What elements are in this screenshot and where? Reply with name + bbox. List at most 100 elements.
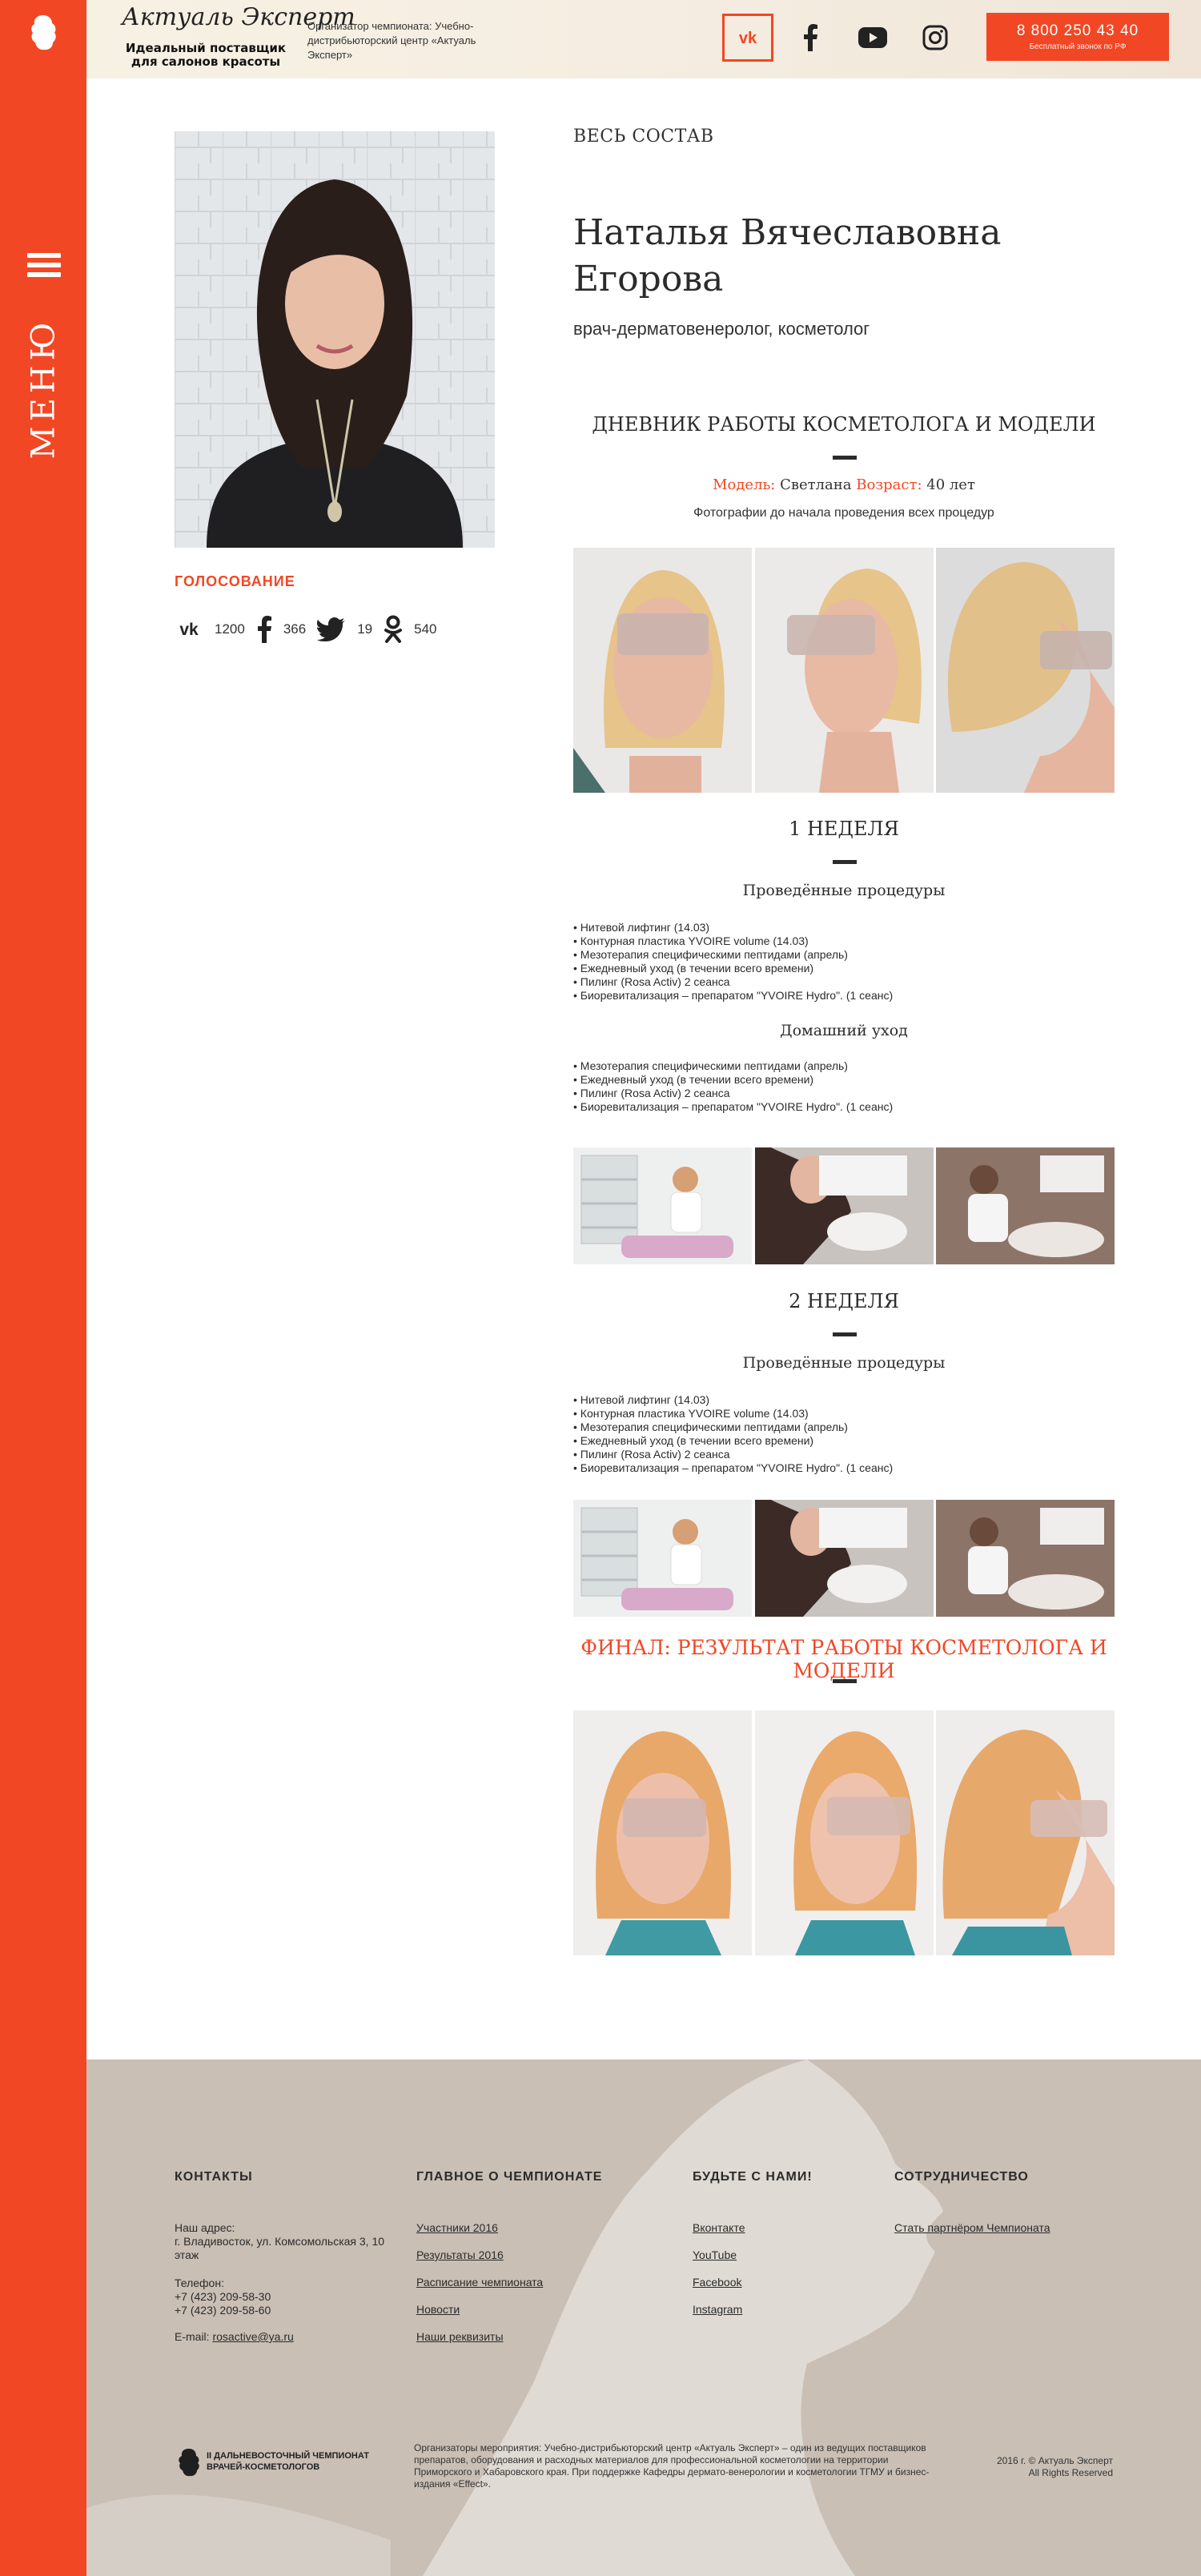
voting-title: ГОЛОСОВАНИЕ	[175, 573, 295, 589]
footer-email-link[interactable]: rosactive@ya.ru	[212, 2330, 293, 2343]
week-1-home-title: Домашний уход	[780, 1022, 908, 1039]
after-photo-front	[573, 1710, 752, 1955]
championship-logo[interactable]: II ДАЛЬНЕВОСТОЧНЫЙ ЧЕМПИОНАТ ВРАЧЕЙ-КОСМ…	[176, 2445, 369, 2481]
organizer-text: Организатор чемпионата: Учебно-дистрибью…	[307, 20, 476, 61]
footer-social-title: БУДЬТЕ С НАМИ!	[693, 2170, 813, 2184]
participant-name: Наталья Вячеславовна Егорова	[573, 210, 1102, 303]
after-photo-three-quarter	[754, 1710, 934, 1955]
svg-text:vk: vk	[739, 30, 757, 46]
menu-burger-button[interactable]	[27, 253, 61, 280]
model-name: Светлана	[780, 476, 852, 493]
logo-icon[interactable]	[27, 13, 59, 53]
list-item: Мезотерапия специфическими пептидами (ап…	[573, 1421, 1086, 1434]
list-item: Пилинг (Rosa Activ) 2 сеанса	[573, 1087, 1086, 1100]
phone-note: Бесплатный звонок по РФ	[1029, 42, 1127, 51]
share-twitter[interactable]: 19	[317, 617, 372, 641]
age-value: 40 лет	[926, 476, 975, 493]
week-1-procedures-list: Нитевой лифтинг (14.03) Контурная пласти…	[573, 921, 1086, 1003]
footer-rights: All Rights Reserved	[1028, 2467, 1113, 2478]
week-1-home-list: Мезотерапия специфическими пептидами (ап…	[573, 1059, 1086, 1114]
odnoklassniki-icon	[384, 615, 403, 643]
svg-text:vk: vk	[179, 621, 199, 638]
divider	[833, 456, 857, 460]
after-photo-profile	[936, 1710, 1115, 1955]
divider	[833, 1332, 857, 1336]
championship-logo-icon	[179, 2449, 199, 2477]
footer-link-schedule[interactable]: Расписание чемпионата	[416, 2276, 543, 2289]
footer-link-vkontakte[interactable]: Вконтакте	[693, 2221, 745, 2234]
procedure-photo-mask	[754, 1147, 934, 1264]
footer-background-art	[86, 2060, 1201, 2576]
week-2-procedures-list: Нитевой лифтинг (14.03) Контурная пласти…	[573, 1393, 1086, 1475]
header-facebook-button[interactable]	[785, 14, 836, 62]
share-count-odnoklassniki: 540	[414, 621, 437, 637]
championship-logo-text2: ВРАЧЕЙ-КОСМЕТОЛОГОВ	[207, 2462, 320, 2472]
week-1-procedures-title: Проведённые процедуры	[742, 882, 946, 899]
top-header: Актуаль Эксперт Идеальный поставщик для …	[86, 0, 1201, 78]
procedure-photo-clinic	[573, 1147, 752, 1264]
footer	[86, 2060, 1201, 2576]
before-photo-profile	[936, 548, 1115, 793]
footer-phone-label: Телефон:	[175, 2277, 224, 2289]
footer-link-become-partner[interactable]: Стать партнёром Чемпионата	[894, 2221, 1050, 2234]
footer-email: E-mail: rosactive@ya.ru	[175, 2330, 294, 2344]
week-2-photos	[573, 1500, 1115, 1617]
list-item: Мезотерапия специфическими пептидами (ап…	[573, 948, 1086, 962]
divider	[833, 1679, 857, 1683]
before-photo-three-quarter	[754, 548, 934, 793]
list-item: Биоревитализация – препаратом "YVOIRE Hy…	[573, 1100, 1086, 1114]
list-item: Ежедневный уход (в течении всего времени…	[573, 962, 1086, 975]
header-youtube-button[interactable]	[847, 14, 898, 62]
footer-link-participants[interactable]: Участники 2016	[416, 2221, 498, 2234]
footer-phone-2[interactable]: +7 (423) 209-58-60	[175, 2304, 271, 2317]
share-vk[interactable]: vk 1200	[175, 621, 245, 638]
all-participants-link[interactable]: ВЕСЬ СОСТАВ	[573, 127, 714, 147]
footer-about-text: Организаторы мероприятия: Учебно-дистриб…	[414, 2442, 930, 2490]
procedure-photo-clinic	[573, 1500, 752, 1617]
footer-email-label: E-mail:	[175, 2330, 210, 2343]
list-item: Мезотерапия специфическими пептидами (ап…	[573, 1059, 1086, 1073]
instagram-icon	[922, 25, 948, 50]
footer-main-title: ГЛАВНОЕ О ЧЕМПИОНАТЕ	[416, 2170, 603, 2184]
share-count-facebook: 366	[283, 621, 307, 637]
header-vk-button[interactable]: vk	[722, 14, 773, 62]
facebook-icon	[804, 24, 817, 51]
header-instagram-button[interactable]	[910, 14, 961, 62]
before-photos	[573, 548, 1115, 793]
participant-name-line2: Егорова	[573, 259, 724, 299]
footer-link-facebook[interactable]: Facebook	[693, 2276, 741, 2289]
participant-photo	[175, 131, 495, 548]
participant-role: врач-дерматовенеролог, косметолог	[573, 319, 870, 339]
menu-label[interactable]: МЕНЮ	[22, 312, 64, 464]
footer-copyright: 2016 г. © Актуаль Эксперт	[996, 2455, 1113, 2466]
footer-link-results[interactable]: Результаты 2016	[416, 2248, 504, 2261]
diary-title: ДНЕВНИК РАБОТЫ КОСМЕТОЛОГА И МОДЕЛИ	[592, 413, 1096, 436]
procedure-photo-device	[936, 1147, 1115, 1264]
footer-phone-1[interactable]: +7 (423) 209-58-30	[175, 2290, 271, 2304]
share-count-vk: 1200	[215, 621, 245, 637]
footer-link-youtube[interactable]: YouTube	[693, 2248, 737, 2261]
model-info: Модель: Светлана Возраст: 40 лет	[573, 476, 1115, 493]
championship-logo-text1: II ДАЛЬНЕВОСТОЧНЫЙ ЧЕМПИОНАТ	[207, 2451, 369, 2461]
list-item: Нитевой лифтинг (14.03)	[573, 1393, 1086, 1407]
model-label: Модель:	[713, 476, 776, 493]
list-item: Контурная пластика YVOIRE volume (14.03)	[573, 1407, 1086, 1421]
age-label: Возраст:	[856, 476, 922, 493]
before-caption: Фотографии до начала проведения всех про…	[693, 506, 994, 520]
final-photos	[573, 1710, 1115, 1955]
phone-call-button[interactable]: 8 800 250 43 40 Бесплатный звонок по РФ	[986, 13, 1169, 61]
footer-address: г. Владивосток, ул. Комсомольская 3, 10 …	[175, 2235, 385, 2261]
procedure-photo-mask	[754, 1500, 934, 1617]
share-facebook[interactable]: 366	[256, 616, 306, 643]
footer-link-instagram[interactable]: Instagram	[693, 2303, 742, 2316]
phone-number: 8 800 250 43 40	[1016, 22, 1139, 39]
footer-link-news[interactable]: Новости	[416, 2303, 460, 2316]
procedure-photo-device	[936, 1500, 1115, 1617]
share-odnoklassniki[interactable]: 540	[384, 615, 437, 644]
list-item: Биоревитализация – препаратом "YVOIRE Hy…	[573, 989, 1086, 1003]
week-2-procedures-title: Проведённые процедуры	[742, 1354, 946, 1372]
brand-logo[interactable]: Актуаль Эксперт Идеальный поставщик для …	[117, 3, 355, 74]
footer-link-requisites[interactable]: Наши реквизиты	[416, 2330, 504, 2343]
week-1-photos	[573, 1147, 1115, 1264]
vk-icon: vk	[179, 621, 199, 638]
